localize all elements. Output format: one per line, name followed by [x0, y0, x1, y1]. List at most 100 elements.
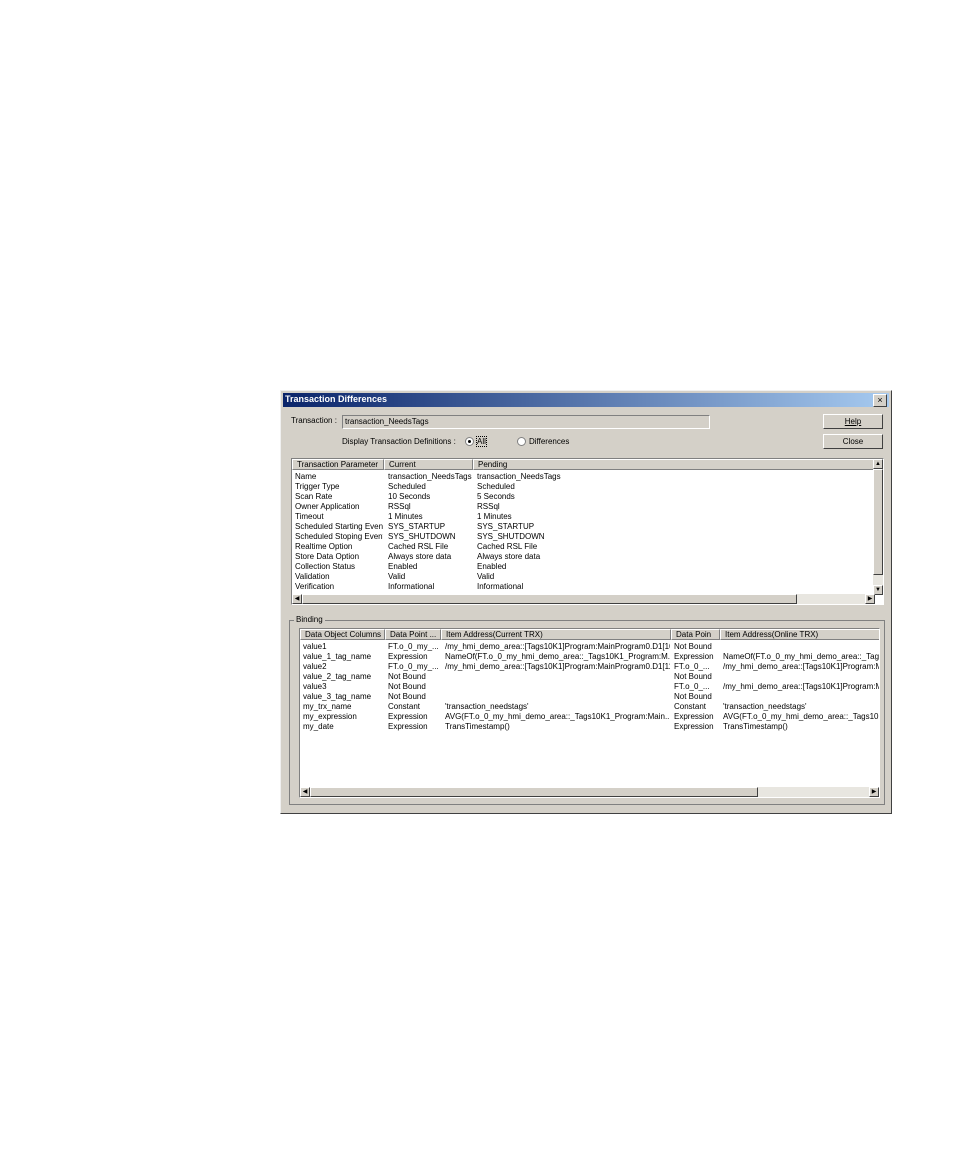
binding-cell: AVG(FT.o_0_my_hmi_demo_area::_Tags10K: [723, 712, 880, 721]
params-cell: transaction_NeedsTags: [477, 472, 561, 481]
radio-all[interactable]: [465, 437, 474, 446]
column-header-parameter[interactable]: Transaction Parameter: [292, 459, 384, 470]
params-vscroll-thumb[interactable]: [873, 469, 883, 575]
binding-cell: /my_hmi_demo_area::[Tags10K1]Program:Mai…: [445, 662, 670, 671]
scroll-right-icon[interactable]: ▶: [865, 594, 875, 604]
binding-cell: 'transaction_needstags': [723, 702, 807, 711]
binding-scroll-left-icon[interactable]: ◀: [300, 787, 310, 797]
params-cell: Realtime Option: [295, 542, 353, 551]
binding-cell: Not Bound: [674, 642, 712, 651]
params-horizontal-scrollbar[interactable]: ◀ ▶: [292, 594, 875, 604]
binding-cell: AVG(FT.o_0_my_hmi_demo_area::_Tags10K1_P…: [445, 712, 670, 721]
help-button[interactable]: Help: [823, 414, 883, 429]
window-title: Transaction Differences: [285, 394, 388, 404]
params-cell: Always store data: [477, 552, 541, 561]
binding-cell: my_date: [303, 722, 334, 731]
params-cell: Informational: [388, 582, 435, 591]
column-header-item-address-online[interactable]: Item Address(Online TRX): [720, 629, 879, 640]
params-cell: Collection Status: [295, 562, 356, 571]
radio-differences[interactable]: [517, 437, 526, 446]
binding-cell: TransTimestamp(): [445, 722, 510, 731]
binding-cell: value_3_tag_name: [303, 692, 372, 701]
params-cell: Scheduled: [388, 482, 426, 491]
close-window-icon[interactable]: ×: [873, 394, 887, 407]
help-button-label: Help: [844, 417, 862, 426]
params-cell: Valid: [388, 572, 406, 581]
binding-cell: 'transaction_needstags': [445, 702, 529, 711]
params-cell: Scheduled Starting Event: [295, 522, 383, 531]
params-hscroll-thumb[interactable]: [302, 594, 797, 604]
binding-cell: Constant: [388, 702, 421, 711]
column-header-data-point-online[interactable]: Data Poin: [671, 629, 720, 640]
column-header-data-point-current[interactable]: Data Point ...: [385, 629, 441, 640]
transaction-parameters-list[interactable]: Transaction Parameter Current Pending Na…: [291, 458, 884, 605]
binding-cell: Not Bound: [674, 692, 712, 701]
params-cell: Validation: [295, 572, 330, 581]
binding-cell: Expression: [674, 712, 714, 721]
params-cell: SYS_STARTUP: [477, 522, 535, 531]
binding-cell: Not Bound: [674, 672, 712, 681]
binding-cell: Not Bound: [388, 672, 426, 681]
params-cell: RSSql: [388, 502, 411, 511]
column-header-item-address-current[interactable]: Item Address(Current TRX): [441, 629, 671, 640]
column-header-data-object[interactable]: Data Object Columns: [300, 629, 385, 640]
binding-cell: Expression: [388, 712, 428, 721]
binding-cell: FT.o_0_...: [674, 682, 710, 691]
binding-cell: value2: [303, 662, 327, 671]
scroll-up-icon[interactable]: ▲: [873, 459, 883, 469]
binding-cell: /my_hmi_demo_area::[Tags10K1]Program:Mai…: [445, 642, 670, 651]
params-vertical-scrollbar[interactable]: ▲ ▼: [873, 459, 883, 595]
binding-cell: FT.o_0_my_...: [388, 662, 439, 671]
params-cell: 5 Seconds: [477, 492, 515, 501]
params-cell: Verification: [295, 582, 335, 591]
params-cell: transaction_NeedsTags: [388, 472, 472, 481]
params-cell: Cached RSL File: [477, 542, 538, 551]
binding-cell: Not Bound: [388, 682, 426, 691]
binding-cell: TransTimestamp(): [723, 722, 788, 731]
params-cell: Cached RSL File: [388, 542, 449, 551]
column-header-pending[interactable]: Pending: [473, 459, 874, 470]
params-cell: Name: [295, 472, 317, 481]
binding-cell: Expression: [674, 652, 714, 661]
binding-cell: FT.o_0_my_...: [388, 642, 439, 651]
params-cell: Scheduled Stoping Event: [295, 532, 383, 541]
binding-cell: Expression: [388, 722, 428, 731]
transaction-field: transaction_NeedsTags: [342, 415, 710, 429]
binding-cell: FT.o_0_...: [674, 662, 710, 671]
binding-group: Binding Data Object Columns Data Point .…: [289, 615, 885, 805]
params-cell: RSSql: [477, 502, 500, 511]
params-cell: Valid: [477, 572, 495, 581]
binding-cell: Expression: [674, 722, 714, 731]
scroll-left-icon[interactable]: ◀: [292, 594, 302, 604]
params-cell: Always store data: [388, 552, 452, 561]
close-button[interactable]: Close: [823, 434, 883, 449]
binding-cell: /my_hmi_demo_area::[Tags10K1]Program:Ma: [723, 682, 880, 691]
params-cell: Enabled: [388, 562, 418, 571]
params-cell: 10 Seconds: [388, 492, 431, 501]
radio-differences-label[interactable]: Differences: [529, 437, 569, 446]
binding-scroll-right-icon[interactable]: ▶: [869, 787, 879, 797]
binding-cell: NameOf(FT.o_0_my_hmi_demo_area::_Tags10K…: [445, 652, 670, 661]
params-cell: Scan Rate: [295, 492, 333, 501]
close-button-label: Close: [842, 437, 864, 446]
binding-hscroll-thumb[interactable]: [310, 787, 758, 797]
binding-cell: my_expression: [303, 712, 357, 721]
transaction-label: Transaction :: [291, 416, 337, 425]
params-cell: Trigger Type: [295, 482, 340, 491]
title-bar[interactable]: Transaction Differences ×: [283, 393, 889, 407]
binding-cell: my_trx_name: [303, 702, 352, 711]
params-cell: Timeout: [295, 512, 324, 521]
params-cell: Enabled: [477, 562, 507, 571]
params-cell: Informational: [477, 582, 524, 591]
binding-cell: NameOf(FT.o_0_my_hmi_demo_area::_Tags: [723, 652, 880, 661]
params-cell: 1 Minutes: [388, 512, 423, 521]
params-cell: Store Data Option: [295, 552, 360, 561]
radio-all-label[interactable]: All: [476, 436, 487, 447]
binding-cell: value_1_tag_name: [303, 652, 372, 661]
column-header-current[interactable]: Current: [384, 459, 473, 470]
binding-cell: value_2_tag_name: [303, 672, 372, 681]
params-cell: SYS_SHUTDOWN: [388, 532, 456, 541]
display-definitions-label: Display Transaction Definitions :: [342, 437, 456, 446]
binding-horizontal-scrollbar[interactable]: ◀ ▶: [300, 787, 879, 797]
binding-list[interactable]: Data Object Columns Data Point ... Item …: [299, 628, 880, 798]
